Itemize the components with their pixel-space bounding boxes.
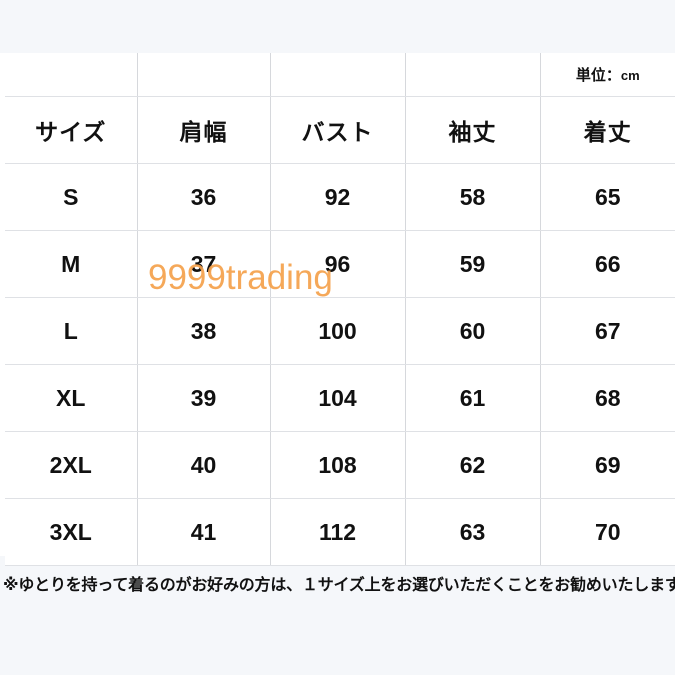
cell-sleeve: 61 xyxy=(405,364,541,432)
cell-length: 68 xyxy=(540,364,675,432)
cell-bust: 92 xyxy=(270,163,406,231)
cell-shoulder: 36 xyxy=(137,163,271,231)
cell-shoulder: 40 xyxy=(137,431,271,499)
table-row: 2XL 40 108 62 69 xyxy=(5,431,675,499)
cell-shoulder: 39 xyxy=(137,364,271,432)
cell-size: XL xyxy=(5,364,138,432)
size-chart-container: 単位：cm サイズ 肩幅 バスト 袖丈 着丈 S 36 92 58 65 M 3… xyxy=(0,53,675,566)
cell-shoulder: 41 xyxy=(137,498,271,566)
cell-size: M xyxy=(5,230,138,298)
column-header-length: 着丈 xyxy=(540,96,675,164)
cell-length: 69 xyxy=(540,431,675,499)
column-header-size: サイズ xyxy=(5,96,138,164)
unit-label-cell: 単位：cm xyxy=(540,53,675,97)
cell-size: L xyxy=(5,297,138,365)
cell-length: 65 xyxy=(540,163,675,231)
cell-bust: 108 xyxy=(270,431,406,499)
table-row: S 36 92 58 65 xyxy=(5,163,675,231)
unit-row-spacer-cell-2 xyxy=(270,53,406,97)
table-row: M 37 96 59 66 xyxy=(5,230,675,298)
cell-size: 2XL xyxy=(5,431,138,499)
cell-sleeve: 59 xyxy=(405,230,541,298)
unit-row-spacer-cell-3 xyxy=(405,53,541,97)
cell-sleeve: 60 xyxy=(405,297,541,365)
cell-length: 66 xyxy=(540,230,675,298)
cell-bust: 96 xyxy=(270,230,406,298)
cell-bust: 100 xyxy=(270,297,406,365)
cell-sleeve: 58 xyxy=(405,163,541,231)
column-header-bust: バスト xyxy=(270,96,406,164)
table-row: L 38 100 60 67 xyxy=(5,297,675,365)
unit-row-spacer-cell-0 xyxy=(5,53,138,97)
column-header-sleeve: 袖丈 xyxy=(405,96,541,164)
table-row: 3XL 41 112 63 70 xyxy=(5,498,675,566)
cell-shoulder: 37 xyxy=(137,230,271,298)
cell-sleeve: 63 xyxy=(405,498,541,566)
unit-label-cm: cm xyxy=(620,68,640,83)
column-header-shoulder: 肩幅 xyxy=(137,96,271,164)
unit-row-spacer-cell-1 xyxy=(137,53,271,97)
cell-sleeve: 62 xyxy=(405,431,541,499)
cell-length: 67 xyxy=(540,297,675,365)
cell-bust: 104 xyxy=(270,364,406,432)
cell-shoulder: 38 xyxy=(137,297,271,365)
cell-length: 70 xyxy=(540,498,675,566)
table-header-row: サイズ 肩幅 バスト 袖丈 着丈 xyxy=(5,96,675,164)
cell-size: S xyxy=(5,163,138,231)
cell-size: 3XL xyxy=(5,498,138,566)
unit-row: 単位：cm xyxy=(5,53,675,97)
size-chart-table: 単位：cm サイズ 肩幅 バスト 袖丈 着丈 S 36 92 58 65 M 3… xyxy=(5,53,675,566)
table-row: XL 39 104 61 68 xyxy=(5,364,675,432)
cell-bust: 112 xyxy=(270,498,406,566)
unit-label-text: 単位： xyxy=(575,67,621,84)
footnote-text: ※ゆとりを持って着るのがお好みの方は、１サイズ上をお選びいただくことをお勧めいた… xyxy=(3,577,675,594)
